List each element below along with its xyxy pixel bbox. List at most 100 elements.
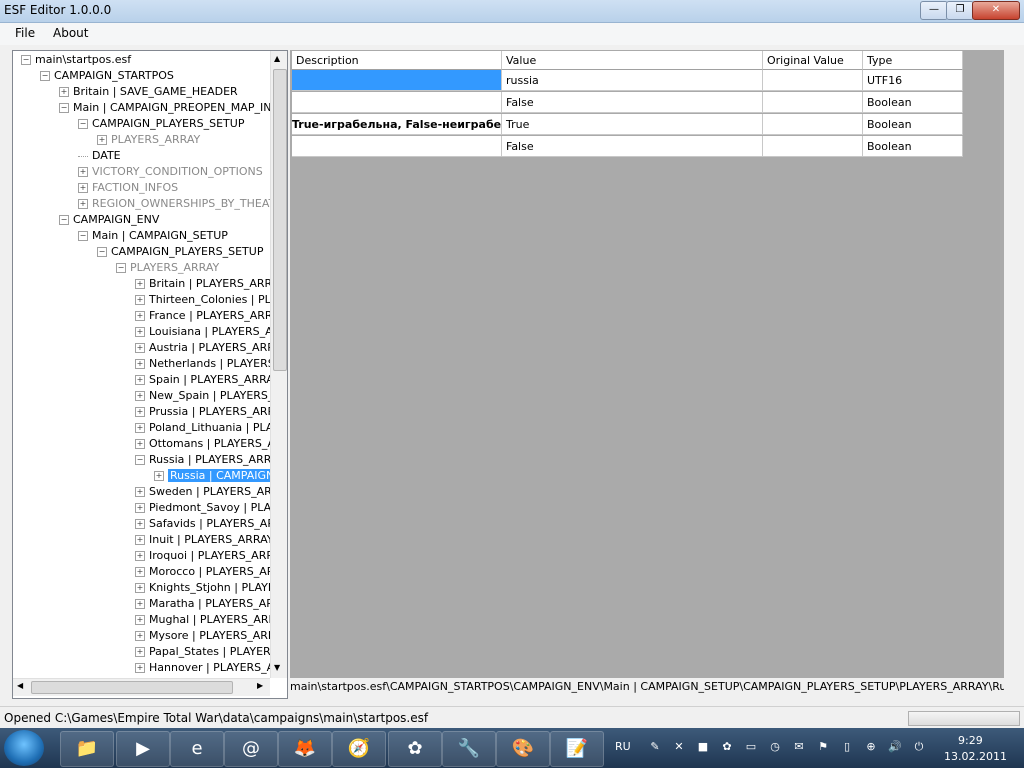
tray-icon[interactable]: ▭: [744, 740, 758, 754]
close-button[interactable]: ✕: [972, 1, 1020, 20]
tree-node[interactable]: + FACTION_INFOS: [78, 180, 178, 196]
tree-node[interactable]: + Knights_Stjohn | PLAYERS_ARRAY: [135, 580, 287, 596]
tree-node[interactable]: + Iroquoi | PLAYERS_ARRAY: [135, 548, 287, 564]
tree-node[interactable]: + Prussia | PLAYERS_ARRAY: [135, 404, 287, 420]
tree-node[interactable]: + REGION_OWNERSHIPS_BY_THEATRE: [78, 196, 287, 212]
tools-app-icon[interactable]: 🔧: [442, 731, 496, 767]
paint-app-icon[interactable]: 🎨: [496, 731, 550, 767]
expand-icon[interactable]: +: [135, 567, 145, 577]
tree-node[interactable]: + Ottomans | PLAYERS_ARRAY: [135, 436, 287, 452]
col-description-header[interactable]: Description: [292, 51, 502, 70]
tree-node[interactable]: + Piedmont_Savoy | PLAYERS_ARRAY: [135, 500, 287, 516]
expand-icon[interactable]: +: [59, 87, 69, 97]
expand-icon[interactable]: +: [135, 391, 145, 401]
col-original-value-cell[interactable]: [763, 136, 863, 157]
tree-node[interactable]: DATE: [78, 148, 121, 164]
expand-icon[interactable]: +: [135, 311, 145, 321]
tree-node[interactable]: + France | PLAYERS_ARRAY: [135, 308, 286, 324]
scroll-right-icon[interactable]: ▶: [257, 681, 263, 690]
tree-node[interactable]: − main\startpos.esf: [21, 52, 131, 68]
tray-icon[interactable]: ⊕: [864, 740, 878, 754]
safari-app-icon[interactable]: 🧭: [332, 731, 386, 767]
expand-icon[interactable]: +: [135, 487, 145, 497]
expand-icon[interactable]: +: [154, 471, 164, 481]
tree-node[interactable]: + Spain | PLAYERS_ARRAY: [135, 372, 280, 388]
internet-explorer-app-icon[interactable]: e: [170, 731, 224, 767]
tree-node[interactable]: + Thirteen_Colonies | PLAYERS_ARRAY: [135, 292, 287, 308]
media-player-app-icon[interactable]: ▶: [116, 731, 170, 767]
tree-vscroll-thumb[interactable]: [273, 69, 287, 371]
expand-icon[interactable]: +: [135, 295, 145, 305]
expand-icon[interactable]: +: [97, 135, 107, 145]
tree-node[interactable]: + Austria | PLAYERS_ARRAY: [135, 340, 287, 356]
collapse-icon[interactable]: −: [78, 119, 88, 129]
expand-icon[interactable]: +: [135, 599, 145, 609]
scroll-left-icon[interactable]: ◀: [17, 681, 23, 690]
expand-icon[interactable]: +: [135, 503, 145, 513]
col-original-value-cell[interactable]: [763, 92, 863, 113]
clock-time[interactable]: 9:29: [958, 734, 983, 747]
collapse-icon[interactable]: −: [21, 55, 31, 65]
menu-about[interactable]: About: [53, 26, 88, 40]
tree-vertical-scrollbar[interactable]: ▲ ▼: [270, 51, 287, 678]
tree-node[interactable]: + New_Spain | PLAYERS_ARRAY: [135, 388, 287, 404]
scroll-up-icon[interactable]: ▲: [274, 54, 280, 63]
collapse-icon[interactable]: −: [116, 263, 126, 273]
expand-icon[interactable]: +: [135, 631, 145, 641]
col-type-header[interactable]: Type: [863, 51, 963, 70]
notepad-app-icon[interactable]: 📝: [550, 731, 604, 767]
explorer-app-icon[interactable]: 📁: [60, 731, 114, 767]
collapse-icon[interactable]: −: [59, 215, 69, 225]
tree-node[interactable]: + Sweden | PLAYERS_ARRAY: [135, 484, 287, 500]
collapse-icon[interactable]: −: [59, 103, 69, 113]
tray-icon[interactable]: ✎: [648, 740, 662, 754]
tree-node[interactable]: + Mysore | PLAYERS_ARRAY: [135, 628, 287, 644]
tree-node[interactable]: + Safavids | PLAYERS_ARRAY: [135, 516, 287, 532]
tray-icon[interactable]: ✿: [720, 740, 734, 754]
tree-horizontal-scrollbar[interactable]: ◀ ▶: [13, 678, 270, 696]
tree-hscroll-thumb[interactable]: [31, 681, 233, 694]
tray-icon[interactable]: ✕: [672, 740, 686, 754]
expand-icon[interactable]: +: [135, 519, 145, 529]
expand-icon[interactable]: +: [78, 199, 88, 209]
tree-node[interactable]: + Morocco | PLAYERS_ARRAY: [135, 564, 287, 580]
col-original-value-cell[interactable]: [763, 70, 863, 91]
tree-node[interactable]: + Netherlands | PLAYERS_ARRAY: [135, 356, 287, 372]
collapse-icon[interactable]: −: [135, 455, 145, 465]
tree-node[interactable]: − CAMPAIGN_PLAYERS_SETUP: [78, 116, 244, 132]
tree-node[interactable]: − PLAYERS_ARRAY: [116, 260, 219, 276]
tree-node-selected[interactable]: +Russia | CAMPAIGN_PLAYER_SETUP: [154, 468, 287, 484]
col-value-cell[interactable]: True: [502, 114, 763, 135]
minimize-button[interactable]: —: [920, 1, 948, 20]
expand-icon[interactable]: +: [135, 535, 145, 545]
expand-icon[interactable]: +: [78, 167, 88, 177]
tree-node[interactable]: + PLAYERS_ARRAY: [97, 132, 200, 148]
tray-icon[interactable]: ▯: [840, 740, 854, 754]
tree-node[interactable]: + Britain | SAVE_GAME_HEADER: [59, 84, 238, 100]
menu-file[interactable]: File: [15, 26, 35, 40]
col-original-value-cell[interactable]: [763, 114, 863, 135]
scroll-down-icon[interactable]: ▼: [274, 663, 280, 672]
tree-view[interactable]: − main\startpos.esf − CAMPAIGN_STARTPOS + Bri…: [12, 50, 288, 699]
col-value-cell[interactable]: False: [502, 92, 763, 113]
expand-icon[interactable]: +: [135, 327, 145, 337]
tree-node[interactable]: − Main | CAMPAIGN_PREOPEN_MAP_INFO: [59, 100, 286, 116]
property-grid[interactable]: Description Value Original Value Type russia…: [290, 50, 1004, 678]
maximize-button[interactable]: ❐: [946, 1, 974, 20]
col-value-cell[interactable]: False: [502, 136, 763, 157]
expand-icon[interactable]: +: [135, 375, 145, 385]
collapse-icon[interactable]: −: [97, 247, 107, 257]
tree-node[interactable]: + Inuit | PLAYERS_ARRAY: [135, 532, 274, 548]
expand-icon[interactable]: +: [78, 183, 88, 193]
col-type-cell[interactable]: UTF16: [863, 70, 963, 91]
tray-icon[interactable]: ⏻: [912, 740, 926, 754]
col-type-cell[interactable]: Boolean: [863, 114, 963, 135]
tree-node[interactable]: + Maratha | PLAYERS_ARRAY: [135, 596, 287, 612]
col-value-cell[interactable]: russia: [502, 70, 763, 91]
expand-icon[interactable]: +: [135, 439, 145, 449]
col-description-cell[interactable]: [292, 70, 502, 91]
firefox-app-icon[interactable]: 🦊: [278, 731, 332, 767]
clock-date[interactable]: 13.02.2011: [944, 750, 1007, 763]
expand-icon[interactable]: +: [135, 615, 145, 625]
expand-icon[interactable]: +: [135, 279, 145, 289]
